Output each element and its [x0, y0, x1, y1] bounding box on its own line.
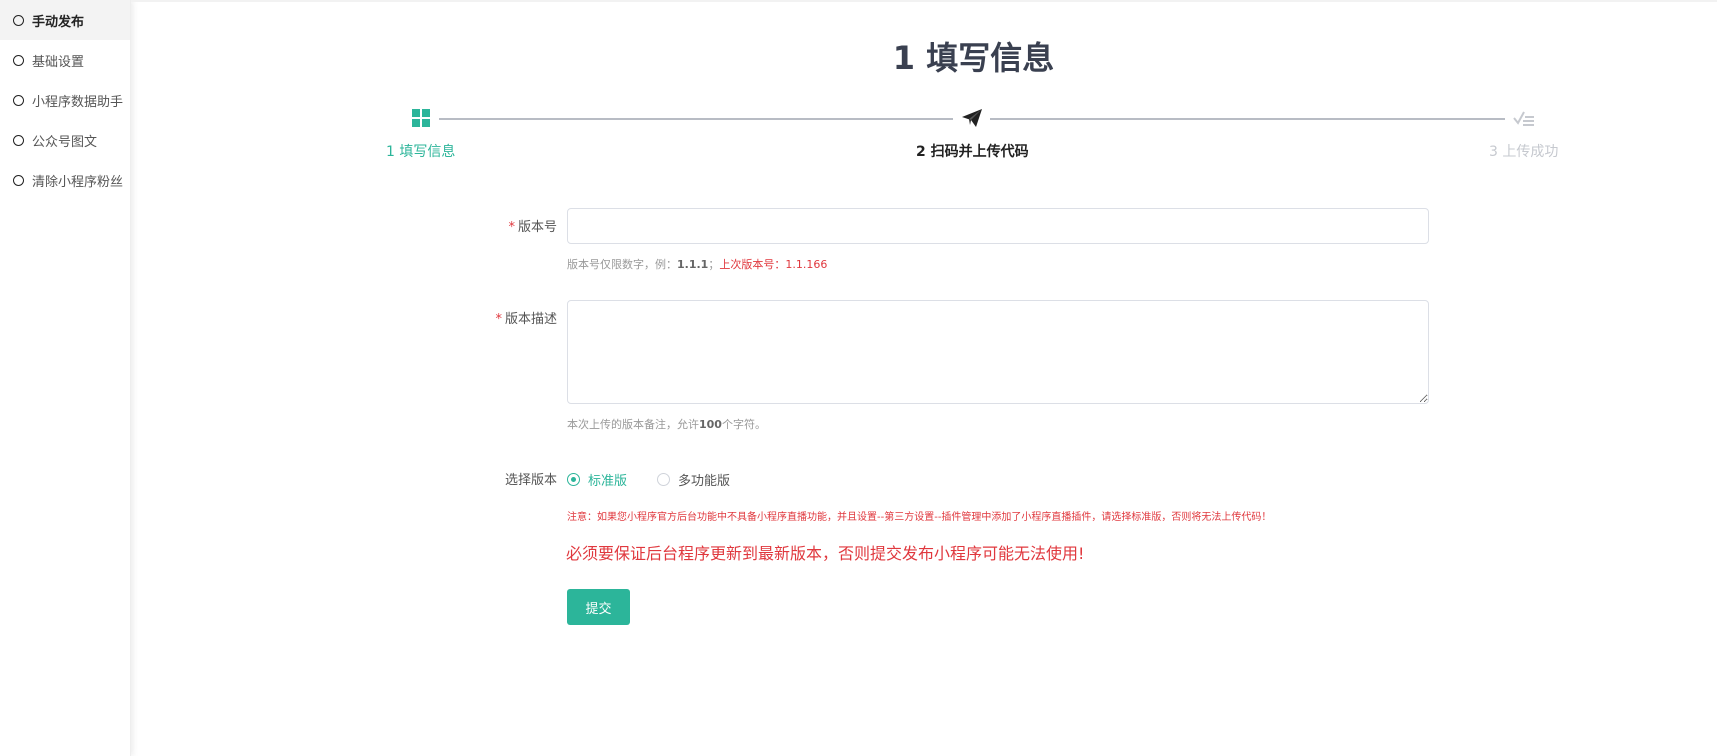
circle-icon [13, 134, 24, 146]
version-input[interactable] [567, 208, 1429, 244]
sidebar-item-label: 小程序数据助手 [32, 94, 124, 110]
sidebar-item-label: 公众号图文 [32, 134, 98, 150]
sidebar-item-clear-fans[interactable]: 清除小程序粉丝 [0, 160, 130, 200]
hint-separator: ； [708, 258, 720, 271]
hint-count: 100 [699, 418, 722, 431]
update-warning: 必须要保证后台程序更新到最新版本，否则提交发布小程序可能无法使用! [566, 544, 1085, 563]
radio-standard[interactable]: 标准版 [567, 470, 627, 489]
circle-icon [13, 94, 24, 106]
radio-label: 标准版 [588, 474, 628, 489]
sidebar-item-data-assistant[interactable]: 小程序数据助手 [0, 80, 130, 120]
edition-label: 选择版本 [504, 473, 557, 488]
step-3-label: 3 上传成功 [1489, 144, 1559, 160]
step-connector [990, 118, 1505, 120]
hint-text: 版本号仅限数字，例： [567, 258, 677, 271]
radio-unchecked-icon [657, 473, 670, 486]
required-mark: * [508, 220, 515, 235]
hint-text: 本次上传的版本备注，允许 [567, 418, 699, 431]
version-label-text: 版本号 [517, 220, 557, 235]
page-title: 1 填写信息 [892, 39, 1055, 77]
checklist-icon [1512, 106, 1536, 130]
circle-icon [13, 14, 24, 26]
sidebar: 手动发布 基础设置 小程序数据助手 公众号图文 清除小程序粉丝 [0, 0, 131, 756]
step-2-label: 2 扫码并上传代码 [916, 144, 1029, 160]
grid-icon [409, 106, 433, 130]
step-1-label: 1 填写信息 [386, 144, 456, 160]
version-hint: 版本号仅限数字，例：1.1.1；上次版本号：1.1.166 [567, 256, 827, 272]
radio-label: 多功能版 [678, 474, 731, 489]
circle-icon [13, 174, 24, 186]
top-divider [131, 0, 1717, 2]
paper-plane-icon [960, 106, 984, 130]
radio-multifunction[interactable]: 多功能版 [657, 470, 730, 489]
version-label: * 版本号 [437, 216, 557, 235]
required-mark: * [495, 312, 502, 327]
hint-text: 个字符。 [721, 418, 766, 431]
hint-example: 1.1.1 [677, 258, 709, 271]
description-label: * 版本描述 [437, 308, 557, 327]
sidebar-item-label: 手动发布 [32, 14, 85, 30]
sidebar-item-official-articles[interactable]: 公众号图文 [0, 120, 130, 160]
radio-checked-icon [567, 473, 580, 486]
last-version-text: 上次版本号：1.1.166 [719, 258, 828, 271]
description-label-text: 版本描述 [504, 312, 557, 327]
sidebar-item-label: 清除小程序粉丝 [32, 174, 124, 190]
submit-button[interactable]: 提交 [567, 589, 630, 625]
plugin-note: 注意：如果您小程序官方后台功能中不具备小程序直播功能，并且设置--第三方设置--… [567, 512, 1272, 523]
description-textarea[interactable] [567, 300, 1429, 404]
step-connector [439, 118, 953, 120]
description-hint: 本次上传的版本备注，允许100个字符。 [567, 416, 766, 432]
